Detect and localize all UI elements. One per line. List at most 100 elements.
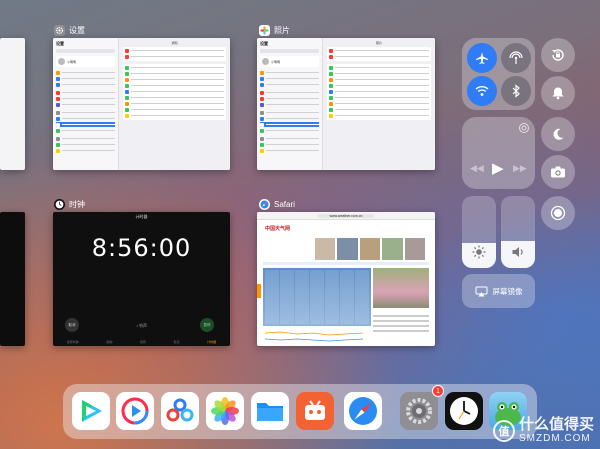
- partial-card-top-left[interactable]: [0, 38, 25, 170]
- tab-timer[interactable]: 计时器: [207, 340, 216, 344]
- bluetooth-icon: [512, 84, 520, 98]
- safari-url: www.weather.com.cn: [317, 213, 375, 218]
- tab-bedtime[interactable]: 就寝: [140, 340, 146, 344]
- moon-icon: [553, 128, 564, 140]
- photos-icon: [211, 397, 239, 425]
- brightness-slider[interactable]: [462, 196, 496, 268]
- folder-icon: [257, 403, 283, 421]
- screen-record-button[interactable]: [541, 196, 575, 230]
- timer-display: 8:56:00: [91, 234, 192, 262]
- photos-card-label: 照片: [259, 24, 290, 36]
- gear-icon: [406, 398, 432, 424]
- settings-mini-search: [56, 49, 115, 53]
- dock-app-bilibili[interactable]: [296, 392, 334, 430]
- previous-track-button[interactable]: ◀◀: [470, 163, 484, 174]
- camera-button[interactable]: [541, 155, 575, 189]
- site-brand: 中国天气网: [265, 226, 291, 232]
- settings-mini-username: 小明明: [67, 59, 77, 64]
- settings-app-card[interactable]: 设置 小明明 通知: [53, 38, 230, 170]
- settings-mini-header: 设置: [56, 41, 64, 46]
- settings-card-title: 设置: [69, 25, 85, 35]
- settings-card-label: 设置: [54, 24, 85, 36]
- safari-card-title: Safari: [274, 199, 295, 209]
- gear-icon: [54, 24, 65, 36]
- photos-mini-detail-title: 照片: [375, 41, 382, 45]
- dock-app-clock[interactable]: [445, 392, 483, 430]
- brightness-icon: [472, 245, 486, 259]
- clock-app-card[interactable]: 计时器 8:56:00 取消 ♪ 铃声 暂停 世界时钟 闹钟 就寝 秒表 计时器: [53, 212, 230, 346]
- tab-stopwatch[interactable]: 秒表: [174, 340, 180, 344]
- settings-mini-detail-title: 通知: [171, 41, 178, 45]
- wifi-button[interactable]: [467, 76, 497, 106]
- news-thumbnails: [315, 238, 426, 260]
- bluetooth-button[interactable]: [501, 76, 531, 106]
- photos-mini-username: 小明明: [271, 59, 281, 64]
- weather-forecast-panel: [263, 268, 371, 326]
- tab-world-clock[interactable]: 世界时钟: [67, 340, 79, 344]
- play-button[interactable]: ▶: [492, 159, 504, 177]
- watermark: 值 什么值得买 SMZDM.COM: [492, 416, 594, 444]
- compass-icon: [259, 198, 270, 210]
- clock-tab-bar: 世界时钟 闹钟 就寝 秒表 计时器: [53, 340, 230, 344]
- volume-slider[interactable]: [501, 196, 535, 268]
- sound-label-text: 铃声: [139, 323, 148, 328]
- dock-app-baidu-netdisk[interactable]: [161, 392, 199, 430]
- watermark-domain: SMZDM.COM: [518, 433, 591, 444]
- cellular-icon: [509, 51, 523, 64]
- news-photo: [373, 268, 429, 308]
- watermark-logo: 值: [492, 419, 515, 442]
- tencent-video-icon: [82, 400, 102, 422]
- avatar: [262, 58, 269, 65]
- dock-app-photos[interactable]: [206, 392, 244, 430]
- news-headlines: [373, 312, 429, 342]
- watermark-title: 什么值得买: [518, 416, 594, 433]
- dock-app-tencent-video[interactable]: [72, 392, 110, 430]
- photos-mini-header: 设置: [260, 41, 268, 46]
- compass-icon: [349, 397, 377, 425]
- clock-card-label: 时钟: [54, 198, 85, 210]
- photos-card-title: 照片: [274, 25, 290, 35]
- screen-mirroring-button[interactable]: 屏幕镜像: [462, 274, 535, 308]
- rewind-icon: ◀◀: [470, 163, 484, 173]
- dock-app-files[interactable]: [251, 392, 289, 430]
- record-icon: [550, 205, 566, 221]
- screen-mirroring-label: 屏幕镜像: [492, 286, 523, 296]
- do-not-disturb-button[interactable]: [541, 117, 575, 151]
- dock-app-safari[interactable]: [344, 392, 382, 430]
- photos-mini-profile: 小明明: [260, 56, 319, 67]
- photos-app-card[interactable]: 设置 小明明 照片: [257, 38, 435, 170]
- side-tab[interactable]: [257, 284, 261, 298]
- mute-button[interactable]: [541, 76, 575, 110]
- clock-card-title: 时钟: [69, 199, 85, 209]
- safari-card-label: Safari: [259, 198, 295, 210]
- cloud-icon: [166, 398, 194, 422]
- clock-header: 计时器: [135, 214, 148, 219]
- next-track-button[interactable]: ▶▶: [513, 163, 527, 174]
- safari-app-card[interactable]: www.weather.com.cn 中国天气网: [257, 212, 435, 346]
- avatar: [58, 58, 65, 65]
- dock-app-settings[interactable]: 1: [400, 385, 444, 430]
- airplane-mode-button[interactable]: [467, 43, 497, 73]
- temperature-chart: [264, 331, 364, 342]
- play-icon: ▶: [492, 160, 504, 177]
- speaker-icon: [512, 247, 523, 257]
- camera-icon: [551, 166, 565, 178]
- bell-icon: ♪: [135, 323, 138, 328]
- dock-app-youku[interactable]: [116, 392, 154, 430]
- pause-button[interactable]: 暂停: [200, 318, 214, 332]
- clock-icon: [450, 397, 478, 425]
- airplay-audio-icon[interactable]: [518, 121, 530, 133]
- settings-mini-profile: 小明明: [56, 56, 115, 67]
- cellular-data-button[interactable]: [501, 43, 531, 73]
- fast-forward-icon: ▶▶: [513, 163, 527, 173]
- rotation-lock-button[interactable]: [541, 38, 575, 72]
- partial-card-bottom-left[interactable]: [0, 212, 25, 346]
- youku-icon: [121, 397, 149, 425]
- safari-address-bar[interactable]: www.weather.com.cn: [257, 212, 435, 220]
- tab-alarm[interactable]: 闹钟: [106, 340, 112, 344]
- tv-robot-icon: [305, 400, 325, 420]
- photos-icon: [259, 24, 270, 36]
- notification-badge: 1: [432, 385, 444, 397]
- pause-button-label: 暂停: [203, 322, 211, 327]
- screen-mirroring-icon: [475, 286, 487, 296]
